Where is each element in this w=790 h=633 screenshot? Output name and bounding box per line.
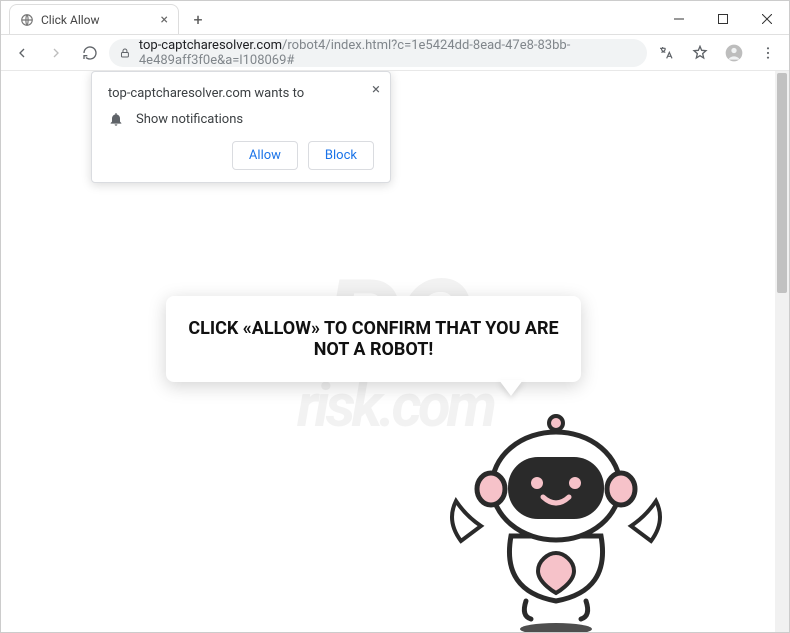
- toolbar: top-captcharesolver.com/robot4/index.htm…: [1, 35, 789, 71]
- close-window-button[interactable]: [745, 4, 789, 34]
- translate-icon[interactable]: [651, 38, 681, 68]
- page-content: PC risk.com × top-captcharesolver.com wa…: [1, 71, 789, 632]
- browser-tab[interactable]: Click Allow ×: [9, 4, 179, 34]
- reload-button[interactable]: [75, 38, 105, 68]
- block-button[interactable]: Block: [308, 141, 374, 170]
- titlebar: Click Allow × +: [1, 1, 789, 35]
- address-bar[interactable]: top-captcharesolver.com/robot4/index.htm…: [109, 39, 647, 67]
- new-tab-button[interactable]: +: [185, 6, 211, 32]
- profile-icon[interactable]: [719, 38, 749, 68]
- minimize-button[interactable]: [657, 4, 701, 34]
- window-controls: [657, 4, 789, 34]
- popup-item-label: Show notifications: [136, 112, 243, 127]
- globe-icon: [20, 13, 34, 27]
- lock-icon: [119, 46, 131, 60]
- bell-icon: [108, 111, 124, 127]
- robot-illustration: [441, 401, 671, 632]
- bookmark-icon[interactable]: [685, 38, 715, 68]
- popup-notification-row: Show notifications: [108, 111, 374, 127]
- maximize-button[interactable]: [701, 4, 745, 34]
- tab-close-icon[interactable]: ×: [161, 12, 168, 28]
- url-text: top-captcharesolver.com/robot4/index.htm…: [139, 39, 637, 67]
- popup-close-icon[interactable]: ×: [372, 80, 380, 98]
- popup-domain-text: top-captcharesolver.com wants to: [108, 86, 374, 101]
- allow-button[interactable]: Allow: [232, 141, 298, 170]
- back-button[interactable]: [7, 38, 37, 68]
- forward-button[interactable]: [41, 38, 71, 68]
- instruction-bubble: CLICK «ALLOW» TO CONFIRM THAT YOU ARE NO…: [166, 296, 581, 382]
- menu-icon[interactable]: [753, 38, 783, 68]
- scrollbar-thumb[interactable]: [777, 73, 787, 293]
- notification-permission-popup: × top-captcharesolver.com wants to Show …: [91, 71, 391, 183]
- scrollbar-track[interactable]: [775, 71, 789, 632]
- tab-title: Click Allow: [41, 13, 100, 27]
- bubble-arrow: [499, 380, 523, 396]
- instruction-text: CLICK «ALLOW» TO CONFIRM THAT YOU ARE NO…: [188, 318, 558, 360]
